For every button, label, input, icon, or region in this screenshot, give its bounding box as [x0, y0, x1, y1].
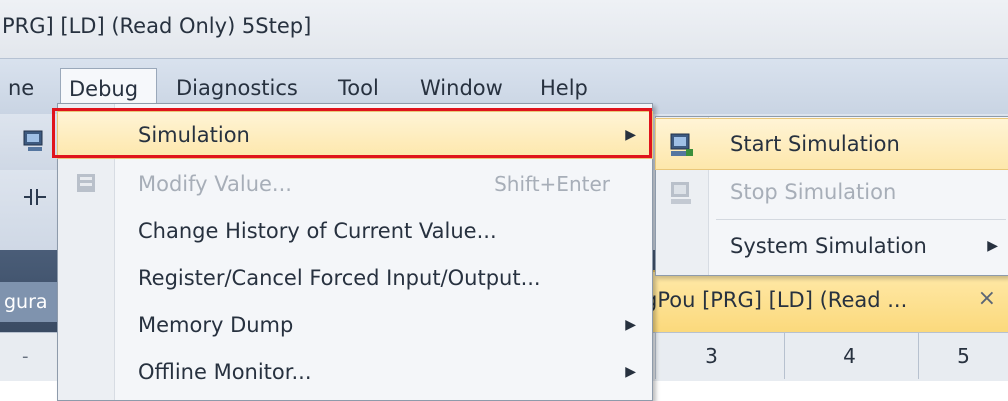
submenu-separator	[716, 219, 1006, 220]
simulation-submenu: Start Simulation Stop Simulation System …	[655, 116, 1008, 276]
stop-simulation-icon	[671, 182, 691, 204]
column-header-5: 5	[918, 333, 1008, 379]
app-window: PRG] [LD] (Read Only) 5Step] ne Debug Di…	[0, 0, 1008, 401]
menu-window[interactable]: Window	[412, 68, 511, 108]
menu-item-label: Change History of Current Value...	[138, 219, 497, 243]
submenu-item-label: System Simulation	[730, 234, 927, 258]
start-simulation-icon	[670, 133, 693, 156]
column-header-4: 4	[784, 333, 914, 379]
document-tab[interactable]: gPou [PRG] [LD] (Read ... ×	[630, 270, 1008, 332]
monitor-icon[interactable]	[22, 128, 48, 154]
column-header-3: 3	[655, 333, 767, 379]
submenu-item-label: Start Simulation	[730, 132, 900, 156]
menu-file[interactable]: ne	[0, 68, 42, 108]
submenu-item-start-simulation[interactable]: Start Simulation	[655, 118, 1008, 170]
window-title: PRG] [LD] (Read Only) 5Step]	[2, 14, 312, 38]
menu-item-modify-value[interactable]: Modify Value... Shift+Enter	[58, 161, 652, 207]
menu-item-memory-dump[interactable]: Memory Dump ▶	[58, 302, 652, 348]
menu-item-offline-monitor[interactable]: Offline Monitor... ▶	[58, 349, 652, 395]
submenu-arrow-icon: ▶	[987, 238, 998, 254]
menu-item-simulation[interactable]: Simulation ▶	[57, 111, 653, 159]
menu-diagnostics[interactable]: Diagnostics	[168, 68, 306, 108]
submenu-arrow-icon: ▶	[625, 364, 636, 380]
submenu-item-system-simulation[interactable]: System Simulation ▶	[656, 221, 1008, 271]
submenu-arrow-icon: ▶	[625, 127, 636, 143]
menu-item-shortcut: Shift+Enter	[494, 172, 610, 196]
close-icon[interactable]: ×	[978, 286, 996, 311]
menu-item-label: Memory Dump	[138, 313, 294, 337]
debug-menu-dropdown: Simulation ▶ Modify Value... Shift+Enter…	[57, 103, 653, 401]
modify-value-icon	[77, 174, 95, 192]
document-tab-title: gPou [PRG] [LD] (Read ...	[644, 288, 908, 312]
navigation-tab[interactable]: gura	[0, 282, 64, 322]
submenu-arrow-icon: ▶	[625, 317, 636, 333]
submenu-item-label: Stop Simulation	[730, 180, 897, 204]
submenu-item-stop-simulation[interactable]: Stop Simulation	[656, 167, 1008, 217]
menu-item-forced-io[interactable]: Register/Cancel Forced Input/Output...	[58, 255, 652, 301]
menu-item-change-history[interactable]: Change History of Current Value...	[58, 208, 652, 254]
menu-item-label: Modify Value...	[138, 172, 292, 196]
title-bar: PRG] [LD] (Read Only) 5Step]	[0, 0, 1008, 58]
menu-item-label: Simulation	[138, 123, 250, 147]
menu-debug[interactable]: Debug	[60, 68, 157, 108]
grid-dash: -	[22, 346, 29, 367]
ladder-contact-icon[interactable]	[22, 184, 48, 210]
menu-help[interactable]: Help	[532, 68, 596, 108]
menu-tool[interactable]: Tool	[330, 68, 387, 108]
menu-item-label: Offline Monitor...	[138, 360, 312, 384]
menu-item-label: Register/Cancel Forced Input/Output...	[138, 266, 541, 290]
